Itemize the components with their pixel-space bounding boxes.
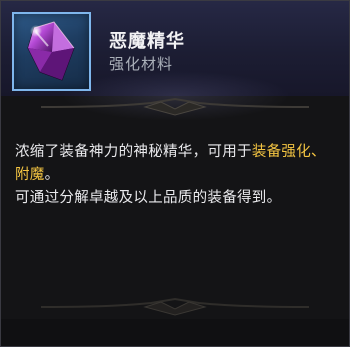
description-text: 。 <box>44 167 60 183</box>
description-line-1: 浓缩了装备神力的神秘精华，可用于装备强化、附魔。 <box>15 141 340 187</box>
item-name: 恶魔精华 <box>109 31 185 52</box>
tooltip-footer <box>1 319 349 346</box>
purple-crystal-icon <box>27 21 75 81</box>
item-icon-frame <box>12 12 91 91</box>
item-tooltip: 恶魔精华 强化材料 浓缩了装备神力的神秘精华，可用于装备强化、附魔。 可通过分解… <box>0 0 350 347</box>
description-line-2: 可通过分解卓越及以上品质的装备得到。 <box>15 190 282 206</box>
item-type: 强化材料 <box>109 55 174 73</box>
divider-ornament <box>41 297 309 316</box>
item-description: 浓缩了装备神力的神秘精华，可用于装备强化、附魔。 可通过分解卓越及以上品质的装备… <box>15 141 340 210</box>
tooltip-header: 恶魔精华 强化材料 <box>1 1 349 121</box>
description-text: 浓缩了装备神力的神秘精华，可用于 <box>15 144 252 160</box>
divider-ornament <box>41 97 309 116</box>
